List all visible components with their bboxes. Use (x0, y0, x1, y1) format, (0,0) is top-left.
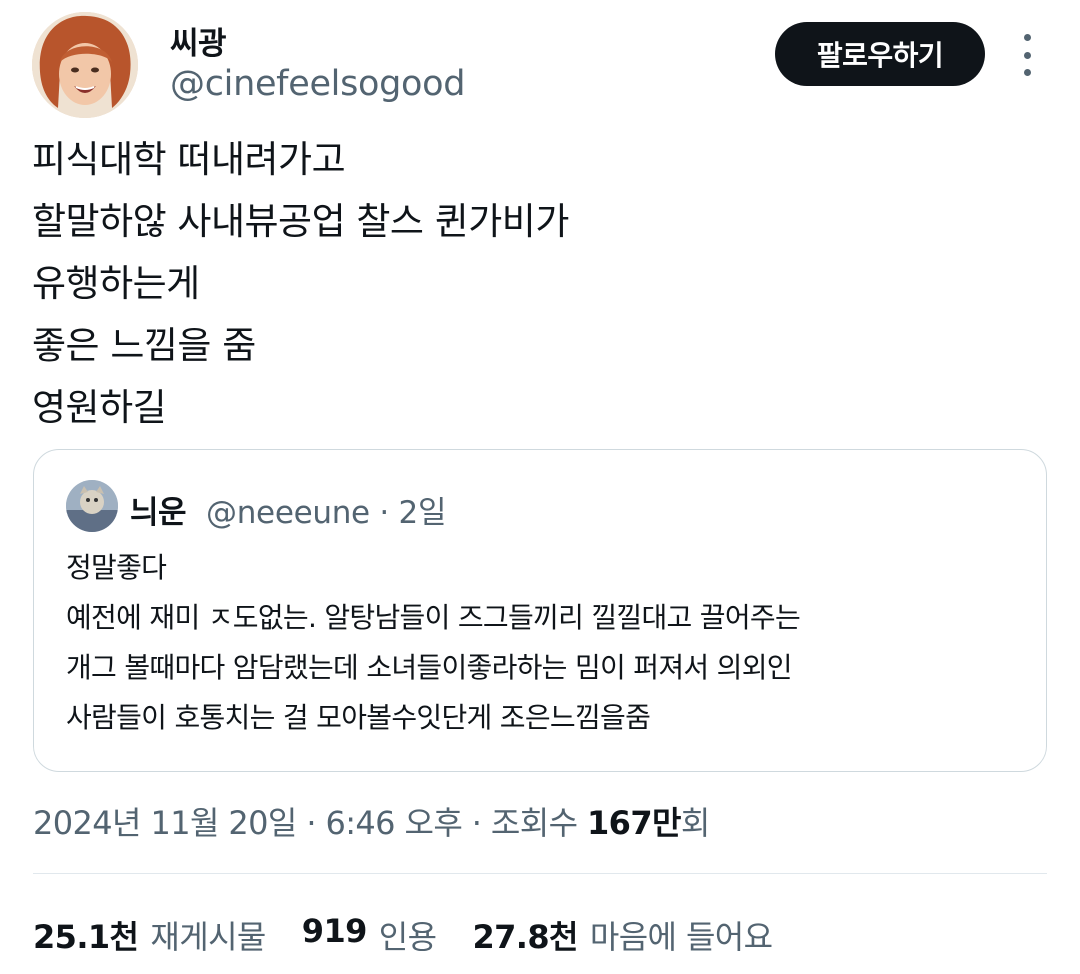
quoted-line: 개그 볼때마다 암담랬는데 소녀들이좋라하는 밈이 퍼져서 의외인 (66, 651, 793, 684)
author-display-name[interactable]: 씨광 (170, 18, 227, 63)
follow-button[interactable]: 팔로우하기 (775, 22, 985, 86)
likes-count: 27.8천 (472, 918, 578, 956)
tweet-line: 할말하않 사내뷰공업 찰스 퀸가비가 (32, 200, 569, 243)
quoted-tweet-card[interactable]: 늬운 @neeeune · 2일 정말좋다 예전에 재미 ㅈ도없는. 알탕남들이… (33, 449, 1047, 772)
divider (33, 873, 1047, 874)
quotes-count: 919 (301, 912, 368, 950)
views-count: 167만 (587, 804, 681, 842)
quoted-tweet-text: 정말좋다 예전에 재미 ㅈ도없는. 알탕남들이 즈그들끼리 낄낄대고 끌어주는 … (66, 550, 801, 750)
engagement-stats: 25.1천 재게시물 919 인용 27.8천 마음에 들어요 (33, 912, 809, 958)
quoted-line: 예전에 재미 ㅈ도없는. 알탕남들이 즈그들끼리 낄낄대고 끌어주는 (66, 601, 801, 634)
tweet-line: 피식대학 떠내려가고 (32, 138, 346, 181)
quoted-author-name[interactable]: 늬운 (130, 487, 187, 532)
tweet-time[interactable]: 6:46 오후 (325, 804, 462, 842)
more-dot (1023, 69, 1031, 76)
reposts-count: 25.1천 (33, 918, 139, 956)
quoted-author-handle[interactable]: @neeeune (206, 495, 370, 531)
views-label: 조회수 (490, 804, 578, 842)
quoted-meta: @neeeune · 2일 (206, 495, 447, 531)
tweet-metadata: 2024년 11월 20일 · 6:46 오후 · 조회수 167만회 (33, 804, 710, 842)
more-dot (1023, 34, 1031, 41)
likes-stat[interactable]: 27.8천 마음에 들어요 (472, 912, 773, 958)
more-options-icon[interactable] (1010, 34, 1044, 76)
quoted-line: 정말좋다 (66, 551, 167, 584)
quoted-time: 2일 (398, 495, 447, 531)
reposts-label: 재게시물 (150, 918, 266, 956)
tweet-date[interactable]: 2024년 11월 20일 (33, 804, 297, 842)
reposts-stat[interactable]: 25.1천 재게시물 (33, 912, 266, 958)
tweet-line: 영원하길 (32, 386, 167, 429)
likes-label: 마음에 들어요 (589, 918, 773, 956)
more-dot (1023, 51, 1031, 59)
tweet-line: 유행하는게 (32, 262, 200, 305)
author-avatar[interactable] (32, 12, 138, 118)
tweet-line: 좋은 느낌을 줌 (32, 324, 256, 367)
tweet-text: 피식대학 떠내려가고 할말하않 사내뷰공업 찰스 퀸가비가 유행하는게 좋은 느… (32, 138, 569, 448)
quoted-line: 사람들이 호통치는 걸 모아볼수잇단게 조은느낌을줌 (66, 701, 651, 734)
quoted-author-avatar[interactable] (66, 480, 118, 532)
views-unit: 회 (680, 804, 710, 842)
author-handle[interactable]: @cinefeelsogood (170, 64, 466, 104)
quotes-label: 인용 (378, 918, 437, 956)
quotes-stat[interactable]: 919 인용 (302, 912, 437, 958)
